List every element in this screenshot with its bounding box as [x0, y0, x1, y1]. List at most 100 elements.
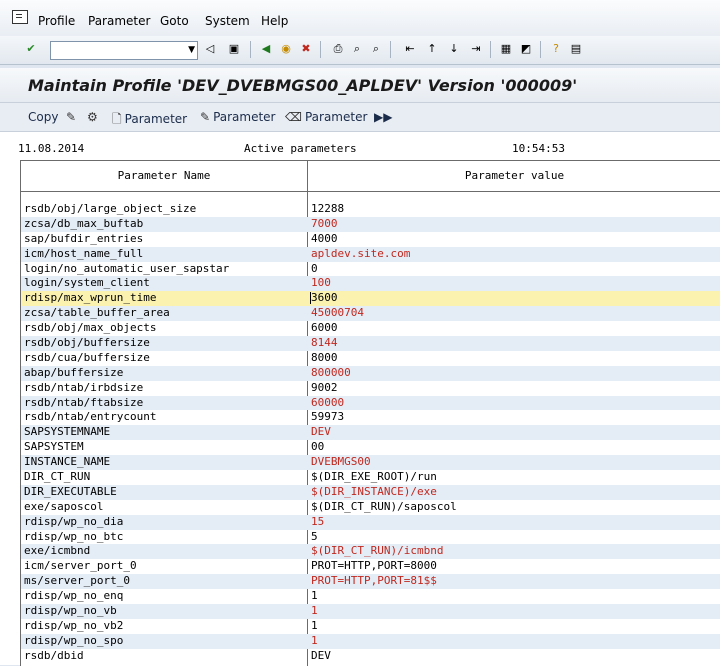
- create-parameter-button[interactable]: 🗋 Parameter: [112, 110, 187, 131]
- table-row[interactable]: abap/buffersize 800000: [21, 365, 720, 381]
- parameter-name: rdisp/wp_no_btc: [24, 529, 124, 543]
- parameter-value[interactable]: DEV: [311, 649, 331, 664]
- parameter-value[interactable]: 8000: [311, 351, 338, 366]
- parameter-value[interactable]: 800000: [311, 366, 351, 381]
- table-row[interactable]: zcsa/db_max_buftab 7000: [21, 216, 720, 232]
- next-page-icon[interactable]: ↓: [446, 41, 462, 57]
- last-page-icon[interactable]: ⇥: [468, 41, 484, 57]
- chevron-down-icon[interactable]: ▼: [188, 42, 195, 59]
- parameter-value[interactable]: 3600: [311, 291, 338, 306]
- table-row[interactable]: rdisp/wp_no_spo 1: [21, 633, 720, 649]
- table-row[interactable]: rsdb/ntab/entrycount 59973: [21, 410, 720, 425]
- table-row[interactable]: rsdb/ntab/irbdsize 9002: [21, 381, 720, 396]
- table-row[interactable]: rdisp/max_wprun_time 3600: [21, 291, 720, 307]
- table-row[interactable]: rsdb/obj/buffersize 8144: [21, 336, 720, 351]
- layout-icon[interactable]: ▤: [568, 41, 584, 57]
- table-row[interactable]: rsdb/cua/buffersize 8000: [21, 351, 720, 366]
- menu-system[interactable]: System: [205, 14, 250, 28]
- parameter-value[interactable]: 9002: [311, 381, 338, 396]
- parameter-value[interactable]: 0: [311, 262, 318, 277]
- copy-button[interactable]: Copy: [28, 110, 58, 124]
- table-row[interactable]: exe/icmbnd $(DIR_CT_RUN)/icmbnd: [21, 544, 720, 560]
- parameter-value[interactable]: $(DIR_CT_RUN)/icmbnd: [311, 544, 443, 559]
- menu-help[interactable]: Help: [261, 14, 288, 28]
- parameter-name: icm/host_name_full: [24, 246, 144, 260]
- save-icon[interactable]: ▣: [226, 41, 242, 57]
- change-icon[interactable]: ⚙: [87, 110, 101, 124]
- new-session-icon[interactable]: ▦: [498, 41, 514, 57]
- parameter-value[interactable]: PROT=HTTP,PORT=81$$: [311, 574, 437, 589]
- table-row[interactable]: rsdb/obj/max_objects 6000: [21, 321, 720, 336]
- column-header-name[interactable]: Parameter Name: [21, 161, 307, 192]
- table-row[interactable]: rdisp/wp_no_enq 1: [21, 589, 720, 604]
- menu-parameter[interactable]: Parameter: [88, 14, 150, 28]
- system-menu-icon[interactable]: [12, 10, 28, 24]
- parameter-value[interactable]: 4000: [311, 232, 338, 247]
- table-row[interactable]: DIR_CT_RUN $(DIR_EXE_ROOT)/run: [21, 470, 720, 485]
- change-parameter-button[interactable]: ✎ Parameter: [200, 110, 276, 124]
- help-icon[interactable]: ?: [548, 41, 564, 57]
- table-row[interactable]: login/system_client 100: [21, 276, 720, 292]
- table-row[interactable]: INSTANCE_NAME DVEBMGS00: [21, 455, 720, 471]
- parameter-value[interactable]: $(DIR_INSTANCE)/exe: [311, 485, 437, 500]
- parameter-value[interactable]: PROT=HTTP,PORT=8000: [311, 559, 437, 574]
- parameter-value[interactable]: 7000: [311, 217, 338, 232]
- table-row[interactable]: icm/host_name_full apldev.site.com: [21, 246, 720, 262]
- cancel-icon[interactable]: ✖: [298, 41, 314, 57]
- parameter-value[interactable]: $(DIR_CT_RUN)/saposcol: [311, 500, 457, 515]
- table-row[interactable]: SAPSYSTEM 00: [21, 440, 720, 455]
- table-row[interactable]: zcsa/table_buffer_area 45000704: [21, 306, 720, 322]
- parameter-value[interactable]: 1: [311, 619, 318, 634]
- table-row[interactable]: rsdb/dbid DEV: [21, 649, 720, 664]
- parameter-value[interactable]: apldev.site.com: [311, 247, 410, 262]
- back-icon[interactable]: ◀: [258, 41, 274, 57]
- column-header-value[interactable]: Parameter value: [308, 161, 720, 192]
- table-row[interactable]: SAPSYSTEMNAME DEV: [21, 425, 720, 441]
- table-row[interactable]: rdisp/wp_no_btc 5: [21, 530, 720, 545]
- prev-page-icon[interactable]: ↑: [424, 41, 440, 57]
- parameter-value[interactable]: 59973: [311, 410, 344, 425]
- parameter-value[interactable]: 5: [311, 530, 318, 545]
- table-row[interactable]: rsdb/ntab/ftabsize 60000: [21, 395, 720, 411]
- command-input[interactable]: [51, 42, 183, 58]
- parameter-value[interactable]: 15: [311, 515, 324, 530]
- find-next-icon[interactable]: ⌕: [368, 41, 384, 57]
- edit-pencil-icon[interactable]: ✎: [66, 110, 79, 124]
- table-row[interactable]: login/no_automatic_user_sapstar 0: [21, 262, 720, 277]
- table-row[interactable]: exe/saposcol $(DIR_CT_RUN)/saposcol: [21, 500, 720, 515]
- parameter-value[interactable]: 1: [311, 604, 318, 619]
- menu-goto[interactable]: Goto: [160, 14, 189, 28]
- parameter-value[interactable]: 6000: [311, 321, 338, 336]
- parameter-value[interactable]: 1: [311, 634, 318, 649]
- enter-icon[interactable]: ✔: [23, 41, 39, 57]
- parameter-value[interactable]: DEV: [311, 425, 331, 440]
- parameter-value[interactable]: $(DIR_EXE_ROOT)/run: [311, 470, 437, 485]
- table-row[interactable]: DIR_EXECUTABLE $(DIR_INSTANCE)/exe: [21, 484, 720, 500]
- table-row[interactable]: ms/server_port_0 PROT=HTTP,PORT=81$$: [21, 574, 720, 590]
- table-row[interactable]: rsdb/obj/large_object_size 12288: [21, 202, 720, 217]
- exit-icon[interactable]: ◉: [278, 41, 294, 57]
- find-icon[interactable]: ⌕: [349, 41, 365, 57]
- parameter-value[interactable]: 12288: [311, 202, 344, 217]
- table-row[interactable]: rdisp/wp_no_vb2 1: [21, 619, 720, 634]
- parameter-name: rdisp/wp_no_vb2: [24, 618, 124, 632]
- command-field[interactable]: ▼: [50, 41, 198, 60]
- table-row[interactable]: rdisp/wp_no_vb 1: [21, 604, 720, 619]
- table-row[interactable]: icm/server_port_0 PROT=HTTP,PORT=8000: [21, 559, 720, 574]
- parameter-value[interactable]: DVEBMGS00: [311, 455, 371, 470]
- parameter-value[interactable]: 45000704: [311, 306, 364, 321]
- table-row[interactable]: sap/bufdir_entries 4000: [21, 232, 720, 247]
- parameter-value[interactable]: 60000: [311, 396, 344, 411]
- fast-forward-icon[interactable]: ▶▶: [374, 110, 392, 124]
- parameter-value[interactable]: 8144: [311, 336, 338, 351]
- table-row[interactable]: rdisp/wp_no_dia 15: [21, 514, 720, 530]
- shortcut-icon[interactable]: ◩: [518, 41, 534, 57]
- parameter-value[interactable]: 100: [311, 276, 331, 291]
- print-icon[interactable]: ⎙: [330, 41, 346, 57]
- parameter-value[interactable]: 1: [311, 589, 318, 604]
- first-page-icon[interactable]: ⇤: [402, 41, 418, 57]
- menu-profile[interactable]: Profile: [38, 14, 75, 28]
- delete-parameter-button[interactable]: ⌫ Parameter: [285, 110, 367, 124]
- collapse-icon[interactable]: ◁: [202, 41, 218, 57]
- parameter-value[interactable]: 00: [311, 440, 324, 455]
